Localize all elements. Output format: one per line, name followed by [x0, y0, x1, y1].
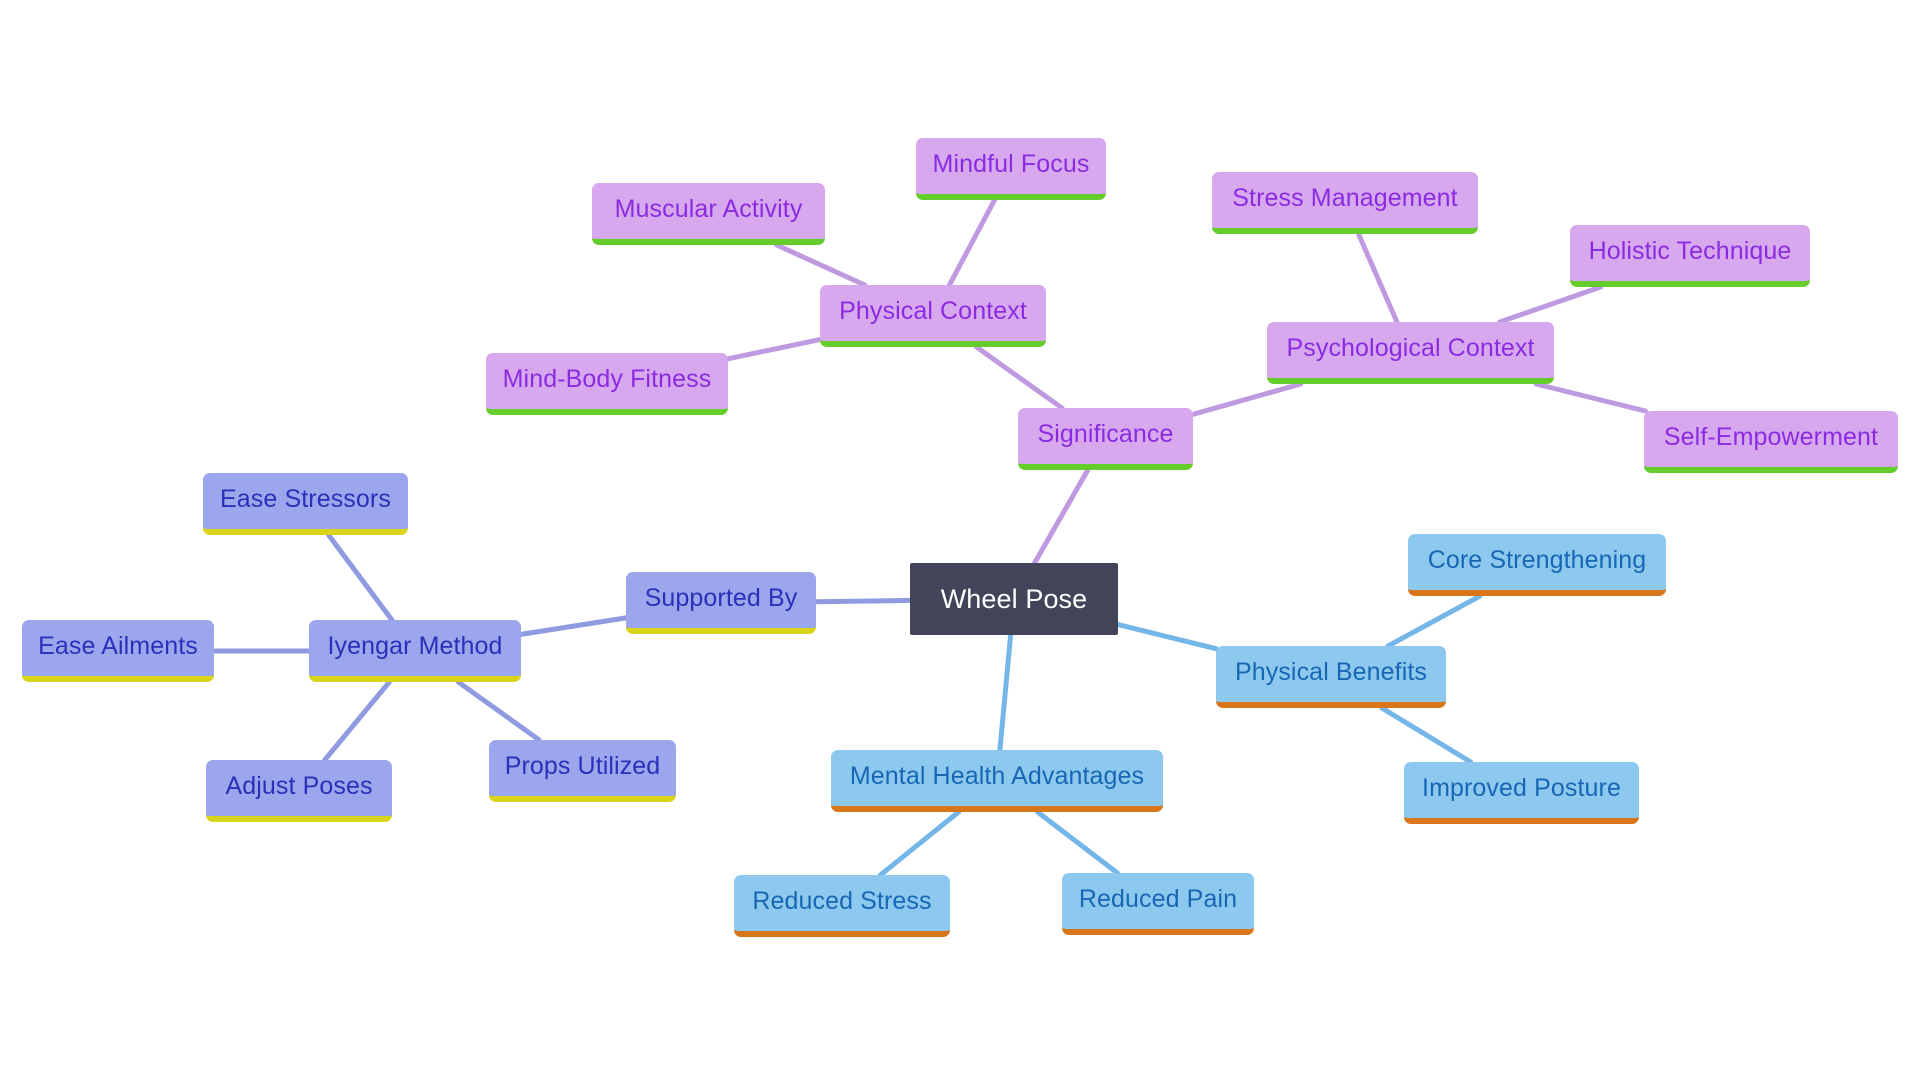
mindmap-node-reduced-stress[interactable]: Reduced Stress: [734, 875, 950, 937]
mindmap-edge-wheel-pose-to-significance: [1032, 467, 1091, 566]
mindmap-node-muscular-activity[interactable]: Muscular Activity: [592, 183, 825, 245]
mindmap-node-adjust-poses[interactable]: Adjust Poses: [206, 760, 392, 822]
mindmap-edge-significance-to-physical-context: [973, 344, 1065, 411]
mindmap-edge-iyengar-method-to-adjust-poses: [322, 679, 392, 763]
node-label: Self-Empowerment: [1663, 422, 1879, 451]
node-label: Holistic Technique: [1588, 236, 1792, 265]
node-label: Psychological Context: [1286, 333, 1535, 362]
mindmap-node-stress-management[interactable]: Stress Management: [1212, 172, 1478, 234]
mindmap-node-physical-benefits[interactable]: Physical Benefits: [1216, 646, 1446, 708]
node-label: Improved Posture: [1422, 773, 1621, 802]
mindmap-edge-iyengar-method-to-ease-stressors: [326, 532, 395, 623]
mindmap-edge-wheel-pose-to-mental-health-advantages: [997, 632, 1014, 753]
node-label: Reduced Stress: [752, 886, 932, 915]
mindmap-node-iyengar-method[interactable]: Iyengar Method: [309, 620, 521, 682]
node-label: Reduced Pain: [1078, 884, 1238, 913]
mindmap-edge-psychological-context-to-self-empowerment: [1533, 381, 1648, 414]
mindmap-node-props-utilized[interactable]: Props Utilized: [489, 740, 676, 802]
mindmap-edge-psychological-context-to-holistic-technique: [1497, 284, 1604, 325]
mindmap-node-supported-by[interactable]: Supported By: [626, 572, 816, 634]
mindmap-edge-significance-to-psychological-context: [1190, 381, 1304, 417]
mindmap-edge-wheel-pose-to-physical-benefits: [1115, 622, 1219, 652]
mindmap-node-physical-context[interactable]: Physical Context: [820, 285, 1046, 347]
node-label: Stress Management: [1232, 183, 1458, 212]
mindmap-node-psychological-context[interactable]: Psychological Context: [1267, 322, 1554, 384]
mindmap-edge-physical-benefits-to-improved-posture: [1379, 705, 1474, 765]
node-label: Props Utilized: [504, 751, 661, 780]
mindmap-edge-mental-health-advantages-to-reduced-pain: [1035, 809, 1120, 876]
node-label: Physical Context: [839, 296, 1027, 325]
mindmap-node-holistic-technique[interactable]: Holistic Technique: [1570, 225, 1810, 287]
mindmap-edge-physical-context-to-mindful-focus: [946, 197, 998, 288]
mindmap-edge-physical-context-to-muscular-activity: [774, 242, 868, 288]
node-label: Physical Benefits: [1234, 657, 1428, 686]
node-label: Mindful Focus: [932, 149, 1090, 178]
mindmap-edge-supported-by-to-iyengar-method: [518, 615, 629, 637]
node-label: Ease Stressors: [220, 484, 391, 513]
mindmap-edge-physical-context-to-mind-body-fitness: [725, 337, 823, 362]
mindmap-node-reduced-pain[interactable]: Reduced Pain: [1062, 873, 1254, 935]
node-label: Iyengar Method: [327, 631, 503, 660]
mindmap-node-mind-body-fitness[interactable]: Mind-Body Fitness: [486, 353, 728, 415]
mindmap-edge-mental-health-advantages-to-reduced-stress: [877, 809, 962, 878]
node-label: Ease Ailments: [38, 631, 198, 660]
node-label: Muscular Activity: [614, 194, 803, 223]
mindmap-node-significance[interactable]: Significance: [1018, 408, 1193, 470]
mindmap-edge-physical-benefits-to-core-strengthening: [1385, 593, 1483, 649]
mindmap-node-wheel-pose[interactable]: Wheel Pose: [910, 563, 1118, 635]
mindmap-node-core-strengthening[interactable]: Core Strengthening: [1408, 534, 1666, 596]
mindmap-node-ease-ailments[interactable]: Ease Ailments: [22, 620, 214, 682]
node-label: Adjust Poses: [225, 771, 373, 800]
node-label: Supported By: [644, 583, 798, 612]
mindmap-edge-wheel-pose-to-supported-by: [813, 597, 913, 605]
mindmap-edge-iyengar-method-to-props-utilized: [455, 679, 542, 743]
node-label: Mind-Body Fitness: [502, 364, 712, 393]
mindmap-node-improved-posture[interactable]: Improved Posture: [1404, 762, 1639, 824]
mindmap-node-mindful-focus[interactable]: Mindful Focus: [916, 138, 1106, 200]
mindmap-node-mental-health-advantages[interactable]: Mental Health Advantages: [831, 750, 1163, 812]
node-label: Mental Health Advantages: [849, 761, 1145, 790]
mindmap-node-self-empowerment[interactable]: Self-Empowerment: [1644, 411, 1898, 473]
node-label: Significance: [1037, 419, 1174, 448]
node-label: Core Strengthening: [1427, 545, 1647, 574]
mindmap-canvas: Wheel Pose Significance Physical Context Mu…: [0, 0, 1920, 1080]
node-label: Wheel Pose: [940, 583, 1088, 614]
mindmap-node-ease-stressors[interactable]: Ease Stressors: [203, 473, 408, 535]
mindmap-edge-psychological-context-to-stress-management: [1356, 231, 1400, 325]
